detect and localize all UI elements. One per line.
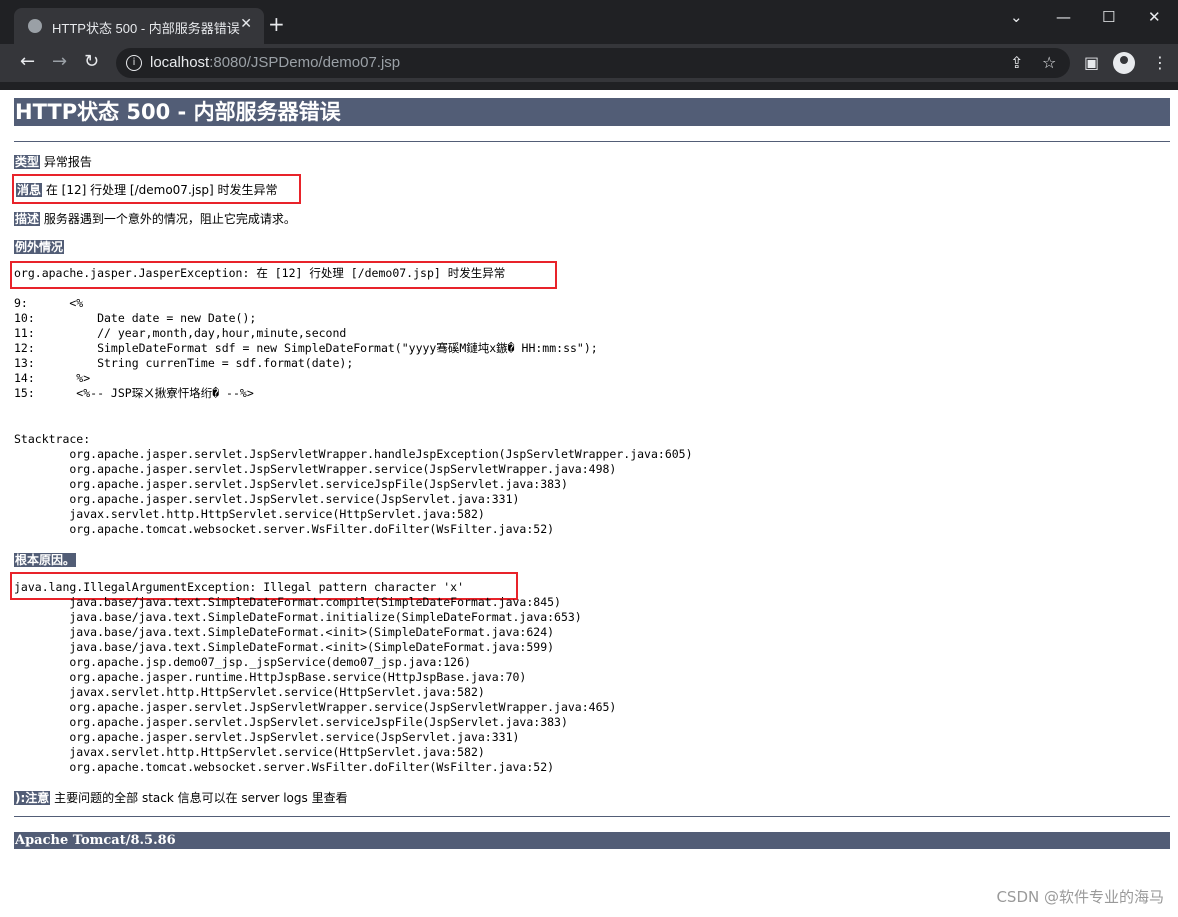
root-cause-label: 根本原因。 (14, 553, 77, 567)
note-label: ):注意 (14, 791, 51, 805)
type-label: 类型 (14, 155, 41, 169)
maximize-icon[interactable]: ☐ (1102, 8, 1115, 26)
info-icon[interactable]: i (126, 55, 142, 71)
type-row: 类型 异常报告 (14, 153, 92, 170)
exception-line: org.apache.jasper.JasperException: 在 [12… (14, 266, 506, 280)
share-icon[interactable]: ⇪ (1010, 53, 1023, 72)
page-title: HTTP状态 500 - 内部服务器错误 (14, 98, 1170, 126)
note-value: 主要问题的全部 stack 信息可以在 server logs 里查看 (54, 791, 348, 805)
description-row: 描述 服务器遇到一个意外的情况，阻止它完成请求。 (14, 210, 296, 227)
side-panel-icon[interactable]: ▣ (1084, 53, 1099, 72)
profile-avatar-icon[interactable] (1113, 52, 1135, 74)
reload-icon[interactable]: ↻ (84, 52, 99, 72)
close-tab-icon[interactable]: ✕ (240, 16, 252, 32)
page-content: HTTP状态 500 - 内部服务器错误 类型 异常报告 消息 在 [12] 行… (0, 90, 1178, 917)
menu-icon[interactable]: ⋮ (1152, 53, 1168, 72)
browser-chrome: HTTP状态 500 - 内部服务器错误 ✕ + ⌄ — ☐ ✕ ← → ↻ i… (0, 0, 1178, 90)
divider-top (14, 141, 1170, 142)
description-value: 服务器遇到一个意外的情况，阻止它完成请求。 (43, 212, 296, 226)
url-text[interactable]: localhost:8080/JSPDemo/demo07.jsp (150, 54, 400, 71)
browser-toolbar: ← → ↻ i localhost:8080/JSPDemo/demo07.js… (0, 44, 1178, 82)
forward-icon[interactable]: → (52, 52, 67, 72)
browser-tab[interactable]: HTTP状态 500 - 内部服务器错误 ✕ (14, 8, 264, 44)
globe-icon (28, 19, 42, 33)
message-row: 消息 在 [12] 行处理 [/demo07.jsp] 时发生异常 (16, 181, 277, 198)
message-value: 在 [12] 行处理 [/demo07.jsp] 时发生异常 (45, 183, 278, 197)
message-label: 消息 (16, 183, 43, 197)
type-value: 异常报告 (43, 155, 92, 169)
server-footer: Apache Tomcat/8.5.86 (14, 832, 1170, 849)
divider-bottom (14, 816, 1170, 817)
close-window-icon[interactable]: ✕ (1148, 8, 1161, 26)
address-bar[interactable]: i localhost:8080/JSPDemo/demo07.jsp ⇪ ☆ (116, 48, 1070, 78)
stacktrace: Stacktrace: org.apache.jasper.servlet.Js… (14, 432, 693, 536)
root-cause-trace: java.base/java.text.SimpleDateFormat.com… (69, 595, 617, 774)
tab-title: HTTP状态 500 - 内部服务器错误 (52, 21, 240, 36)
description-label: 描述 (14, 212, 41, 226)
root-cause-heading: 根本原因。 (14, 551, 77, 568)
url-path: :8080/JSPDemo/demo07.jsp (209, 54, 401, 71)
url-host: localhost (150, 54, 210, 71)
exception-heading: 例外情况 (14, 238, 65, 255)
tab-strip: HTTP状态 500 - 内部服务器错误 ✕ + ⌄ — ☐ ✕ (0, 0, 1178, 44)
bookmark-star-icon[interactable]: ☆ (1042, 53, 1056, 72)
note-row: ):注意 主要问题的全部 stack 信息可以在 server logs 里查看 (14, 789, 348, 806)
exception-label: 例外情况 (14, 240, 65, 254)
root-cause-line: java.lang.IllegalArgumentException: Ille… (14, 580, 465, 594)
new-tab-icon[interactable]: + (268, 14, 285, 34)
watermark: CSDN @软件专业的海马 (996, 888, 1164, 906)
source-code-excerpt: 9: <% 10: Date date = new Date(); 11: //… (14, 296, 598, 400)
tab-search-icon[interactable]: ⌄ (1010, 8, 1023, 26)
back-icon[interactable]: ← (20, 52, 35, 72)
minimize-icon[interactable]: — (1056, 8, 1071, 26)
